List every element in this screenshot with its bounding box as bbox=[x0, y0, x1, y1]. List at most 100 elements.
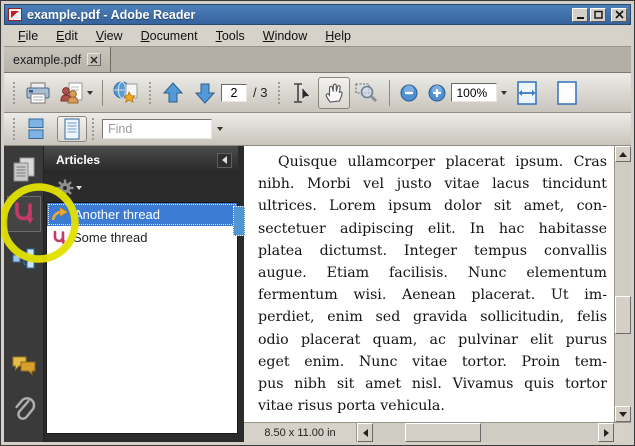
toolbar-grip[interactable] bbox=[148, 81, 153, 105]
vertical-scrollbar[interactable] bbox=[614, 146, 631, 422]
titlebar[interactable]: example.pdf - Adobe Reader bbox=[4, 4, 631, 25]
chevron-down-icon[interactable] bbox=[501, 91, 507, 95]
horizontal-scroll-thumb[interactable] bbox=[405, 423, 481, 442]
thread-list: Another thread Some thread bbox=[46, 202, 238, 434]
page-size-label: 8.50 x 11.00 in bbox=[244, 423, 356, 442]
chevron-down-icon bbox=[87, 91, 93, 95]
minimize-button[interactable] bbox=[572, 8, 588, 22]
thread-item-another-thread[interactable]: Another thread bbox=[47, 203, 237, 226]
document-text-line: perdiet, enim sed gravida sollicitudin, … bbox=[258, 306, 607, 328]
toolbar-grip[interactable] bbox=[12, 117, 17, 141]
maximize-button[interactable] bbox=[590, 8, 606, 22]
document-text-line: platea dictumst. Integer tempus convalli… bbox=[258, 240, 607, 262]
document-text-line: eget enim. Nunc vitae tortor. Proin tem- bbox=[258, 351, 607, 373]
scroll-left-button[interactable] bbox=[357, 423, 373, 442]
single-page-view-button[interactable] bbox=[57, 116, 87, 142]
tab-bar: example.pdf bbox=[4, 47, 631, 73]
menu-tools[interactable]: Tools bbox=[208, 27, 253, 45]
menu-edit[interactable]: Edit bbox=[48, 27, 86, 45]
chevron-left-icon bbox=[222, 156, 227, 164]
previous-page-button[interactable] bbox=[157, 77, 189, 109]
content-area: Articles bbox=[4, 146, 631, 442]
comments-panel-button[interactable] bbox=[7, 348, 41, 384]
page-icon bbox=[556, 80, 578, 106]
scrolling-pages-button[interactable] bbox=[21, 116, 51, 142]
vertical-scroll-track[interactable] bbox=[615, 162, 631, 406]
zoom-in-button[interactable] bbox=[423, 80, 451, 106]
articles-panel-button[interactable] bbox=[7, 196, 41, 232]
pages-panel-button[interactable] bbox=[7, 152, 41, 188]
hand-tool-button[interactable] bbox=[318, 77, 350, 109]
toolbar-grip[interactable] bbox=[277, 81, 282, 105]
web-capture-button[interactable] bbox=[108, 77, 144, 109]
horizontal-scroll-track[interactable] bbox=[373, 423, 598, 442]
marquee-zoom-icon bbox=[354, 81, 380, 105]
document-area: Quisque ullamcorper placerat ipsum. Cras… bbox=[244, 146, 631, 442]
zoom-level-input[interactable] bbox=[451, 83, 497, 102]
scroll-up-button[interactable] bbox=[615, 146, 631, 162]
document-text-line: Quisque ullamcorper placerat ipsum. Cras bbox=[258, 151, 607, 173]
vertical-scroll-thumb[interactable] bbox=[615, 296, 631, 334]
single-page-button[interactable] bbox=[551, 77, 583, 109]
thread-item-some-thread[interactable]: Some thread bbox=[47, 226, 237, 249]
layers-panel-button[interactable] bbox=[7, 240, 41, 276]
menu-window[interactable]: Window bbox=[255, 27, 315, 45]
menu-file[interactable]: File bbox=[10, 27, 46, 45]
paperclip-icon bbox=[12, 396, 36, 424]
menu-view[interactable]: View bbox=[88, 27, 131, 45]
print-button[interactable] bbox=[21, 77, 55, 109]
page-count-label: / 3 bbox=[253, 85, 267, 100]
scroll-down-button[interactable] bbox=[615, 406, 631, 422]
horizontal-scrollbar[interactable] bbox=[356, 423, 614, 442]
panel-splitter-handle[interactable] bbox=[233, 206, 245, 236]
tab-close-button[interactable] bbox=[87, 53, 101, 66]
document-text-line: vitae risus porta vehicula. bbox=[258, 395, 607, 417]
collaborate-button[interactable] bbox=[55, 77, 97, 109]
marquee-zoom-button[interactable] bbox=[350, 77, 384, 109]
maximize-icon bbox=[594, 10, 603, 19]
thread-arrow-icon bbox=[52, 207, 68, 223]
pages-icon bbox=[12, 157, 36, 183]
zoom-out-icon bbox=[399, 83, 419, 103]
tab-label: example.pdf bbox=[13, 53, 81, 67]
article-thread-icon bbox=[52, 230, 67, 246]
scroll-right-button[interactable] bbox=[598, 423, 614, 442]
fit-width-button[interactable] bbox=[511, 77, 543, 109]
menu-help[interactable]: Help bbox=[317, 27, 359, 45]
web-capture-icon bbox=[112, 80, 140, 106]
status-bar: 8.50 x 11.00 in bbox=[244, 422, 631, 442]
page-number-input[interactable] bbox=[221, 84, 247, 102]
toolbar-grip[interactable] bbox=[91, 117, 96, 141]
hand-tool-icon bbox=[322, 81, 346, 105]
collaborate-icon bbox=[59, 81, 85, 105]
print-icon bbox=[25, 81, 51, 105]
articles-panel-header: Articles bbox=[44, 146, 238, 174]
close-icon bbox=[90, 56, 98, 64]
document-text-line: nibh. Morbi vel justo vitae lacus tincid… bbox=[258, 173, 607, 195]
next-page-button[interactable] bbox=[189, 77, 221, 109]
zoom-out-button[interactable] bbox=[395, 80, 423, 106]
layers-icon bbox=[12, 247, 36, 269]
find-input[interactable] bbox=[102, 119, 212, 139]
triangle-down-icon bbox=[619, 412, 627, 417]
select-tool-button[interactable] bbox=[286, 77, 318, 109]
toolbar-grip[interactable] bbox=[12, 81, 17, 105]
document-text-line: augue. Etiam facilisis. Nunc elementum bbox=[258, 262, 607, 284]
close-button[interactable] bbox=[611, 8, 627, 22]
collapse-panel-button[interactable] bbox=[217, 153, 232, 168]
document-text-line: ultrices. Lorem ipsum dolor sit amet, co… bbox=[258, 195, 607, 217]
adobe-reader-window: example.pdf - Adobe Reader File Edit Vie… bbox=[0, 0, 635, 446]
panel-options-button[interactable] bbox=[52, 177, 86, 199]
comments-icon bbox=[11, 355, 37, 377]
main-toolbar: / 3 bbox=[4, 73, 631, 113]
menu-document[interactable]: Document bbox=[133, 27, 206, 45]
panel-options-bar bbox=[44, 174, 238, 202]
close-icon bbox=[615, 10, 624, 19]
document-text-line: pus nibh sit amet nisl. Vivamus quis tor… bbox=[258, 373, 607, 395]
secondary-toolbar bbox=[4, 113, 631, 146]
pdf-page[interactable]: Quisque ullamcorper placerat ipsum. Cras… bbox=[244, 146, 614, 422]
attachments-panel-button[interactable] bbox=[7, 392, 41, 428]
tab-example-pdf[interactable]: example.pdf bbox=[4, 47, 111, 72]
find-options-button[interactable] bbox=[212, 119, 227, 139]
chevron-down-icon bbox=[217, 127, 223, 131]
